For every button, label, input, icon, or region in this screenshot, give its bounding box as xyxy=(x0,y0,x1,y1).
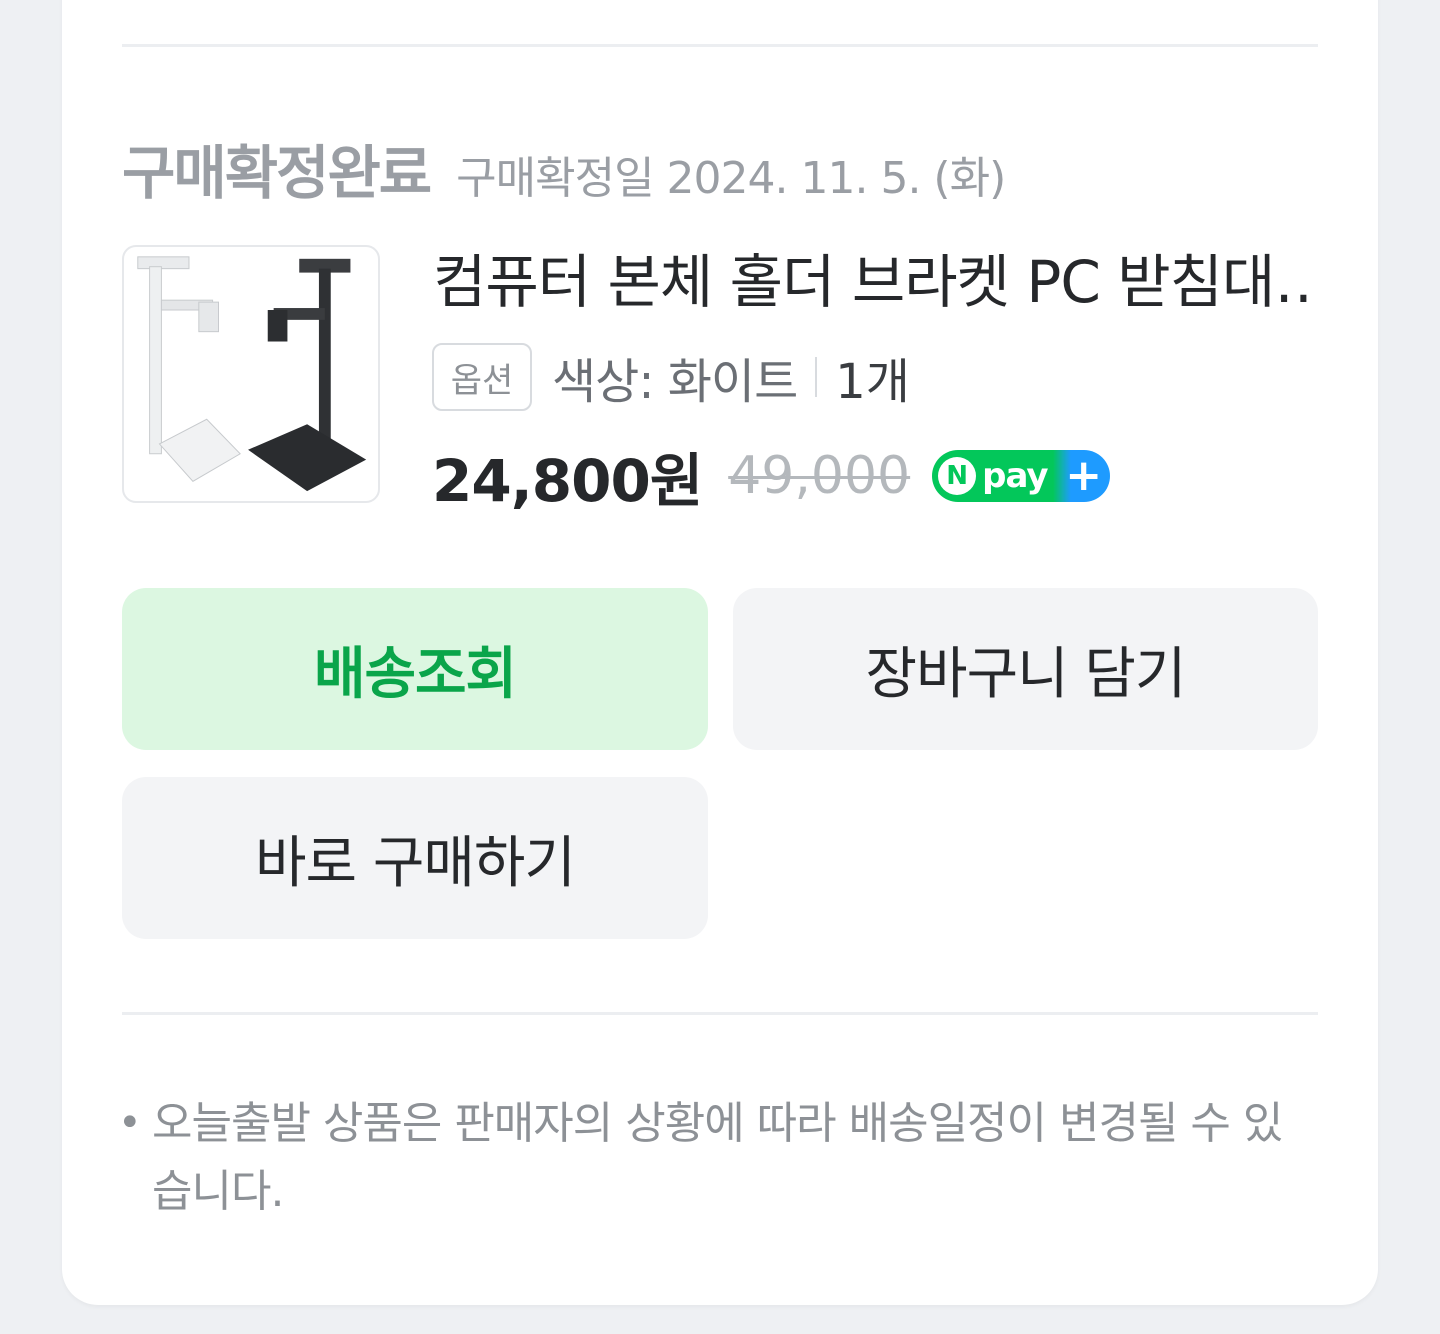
npay-text: pay xyxy=(982,456,1048,496)
notice-text: 오늘출발 상품은 판매자의 상황에 따라 배송일정이 변경될 수 있습니다. xyxy=(152,1098,1283,1217)
price-row: 24,800원 49,000 N pay + xyxy=(432,434,1111,518)
notice-divider xyxy=(122,1012,1318,1015)
order-status-row: 구매확정완료 구매확정일 2024. 11. 5. (화) xyxy=(122,126,1006,210)
npay-plus-badge: N pay + xyxy=(932,450,1111,502)
top-divider xyxy=(122,44,1318,47)
track-delivery-button[interactable]: 배송조회 xyxy=(122,588,708,750)
buy-now-button[interactable]: 바로 구매하기 xyxy=(122,777,708,939)
confirmed-date: 구매확정일 2024. 11. 5. (화) xyxy=(456,153,1006,204)
notice: • 오늘출발 상품은 판매자의 상황에 따라 배송일정이 변경될 수 있습니다. xyxy=(118,1090,1318,1226)
plus-icon: + xyxy=(1065,450,1103,501)
bullet-icon: • xyxy=(118,1100,142,1146)
original-price: 49,000 xyxy=(728,446,911,506)
product-thumbnail[interactable] xyxy=(122,245,380,503)
option-row: 옵션 색상: 화이트 1개 xyxy=(432,342,910,412)
option-separator xyxy=(815,357,818,397)
sale-price: 24,800원 xyxy=(432,447,703,515)
option-badge: 옵션 xyxy=(432,343,532,411)
quantity: 1개 xyxy=(835,354,910,410)
product-name[interactable]: 컴퓨터 본체 홀더 브라켓 PC 받침대… xyxy=(433,246,1313,318)
add-to-cart-button[interactable]: 장바구니 담기 xyxy=(733,588,1318,750)
pc-stand-bracket-icon xyxy=(137,256,367,492)
option-text: 색상: 화이트 xyxy=(552,354,798,410)
order-status: 구매확정완료 xyxy=(122,139,432,207)
npay-n-icon: N xyxy=(938,457,977,495)
